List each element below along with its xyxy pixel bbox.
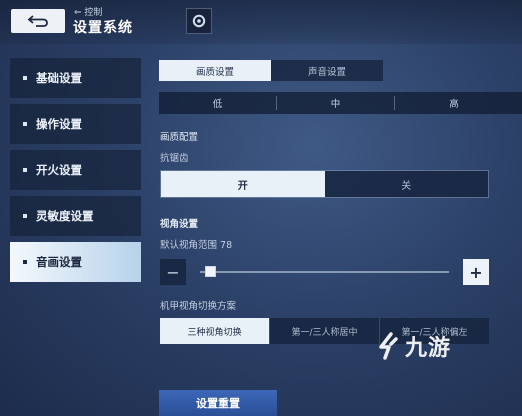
mech-view-option-three[interactable]: 三种视角切换	[160, 318, 269, 344]
quality-medium-option[interactable]: 中	[277, 96, 395, 110]
bullet-icon	[23, 214, 27, 218]
tab-bar: 画质设置 声音设置	[159, 60, 383, 81]
fov-decrease-button[interactable]: −	[160, 259, 186, 285]
antialias-toggle: 开 关	[160, 170, 489, 198]
tab-graphics[interactable]: 画质设置	[159, 60, 271, 81]
mech-view-label: 机甲视角切换方案	[160, 301, 237, 312]
quality-low-option[interactable]: 低	[159, 96, 277, 110]
top-bar: ⇐ 控制 设置系统	[0, 0, 522, 44]
nine-game-logo-icon	[379, 332, 398, 360]
bullet-icon	[23, 260, 27, 264]
antialias-off-option[interactable]: 关	[324, 171, 488, 197]
tab-sound[interactable]: 声音设置	[271, 60, 383, 81]
sidebar-item-controls[interactable]: 操作设置	[10, 104, 141, 144]
antialias-label: 抗锯齿	[160, 153, 189, 164]
view-settings-heading: 视角设置	[160, 219, 199, 230]
sidebar-item-label: 开火设置	[36, 163, 82, 177]
bullet-icon	[23, 168, 27, 172]
bullet-icon	[23, 122, 27, 126]
picture-config-heading: 画质配置	[160, 132, 199, 143]
sidebar-item-fire[interactable]: 开火设置	[10, 150, 141, 190]
sidebar-item-label: 音画设置	[36, 255, 82, 269]
reset-settings-button[interactable]: 设置重置	[159, 390, 277, 416]
page-title: 设置系统	[73, 20, 133, 36]
watermark-logo: 九游	[376, 330, 451, 362]
fov-slider-thumb[interactable]	[204, 266, 216, 277]
sidebar: 基础设置 操作设置 开火设置 灵敏度设置 音画设置	[10, 58, 141, 288]
antialias-on-option[interactable]: 开	[161, 171, 325, 197]
sidebar-item-label: 灵敏度设置	[36, 209, 94, 223]
back-button[interactable]	[11, 9, 65, 33]
ring-icon	[192, 14, 206, 28]
sidebar-item-basic[interactable]: 基础设置	[10, 58, 141, 98]
fov-increase-button[interactable]: +	[463, 259, 489, 285]
settings-toggle-button[interactable]	[186, 8, 212, 34]
fov-label: 默认视角范围 78	[160, 240, 233, 251]
quality-high-option[interactable]: 高	[395, 96, 513, 110]
bullet-icon	[23, 76, 27, 80]
sidebar-item-audio-video[interactable]: 音画设置	[10, 242, 141, 282]
fov-slider-track[interactable]	[200, 271, 449, 273]
quality-level-selector: 低 中 高	[159, 92, 522, 114]
sidebar-item-label: 基础设置	[36, 71, 82, 85]
sidebar-item-sensitivity[interactable]: 灵敏度设置	[10, 196, 141, 236]
mech-view-option-center[interactable]: 第一/三人称居中	[269, 318, 379, 344]
sidebar-item-label: 操作设置	[36, 117, 82, 131]
watermark-text: 九游	[405, 336, 452, 361]
fov-slider: − +	[160, 259, 489, 285]
return-arrow-icon	[27, 15, 48, 27]
